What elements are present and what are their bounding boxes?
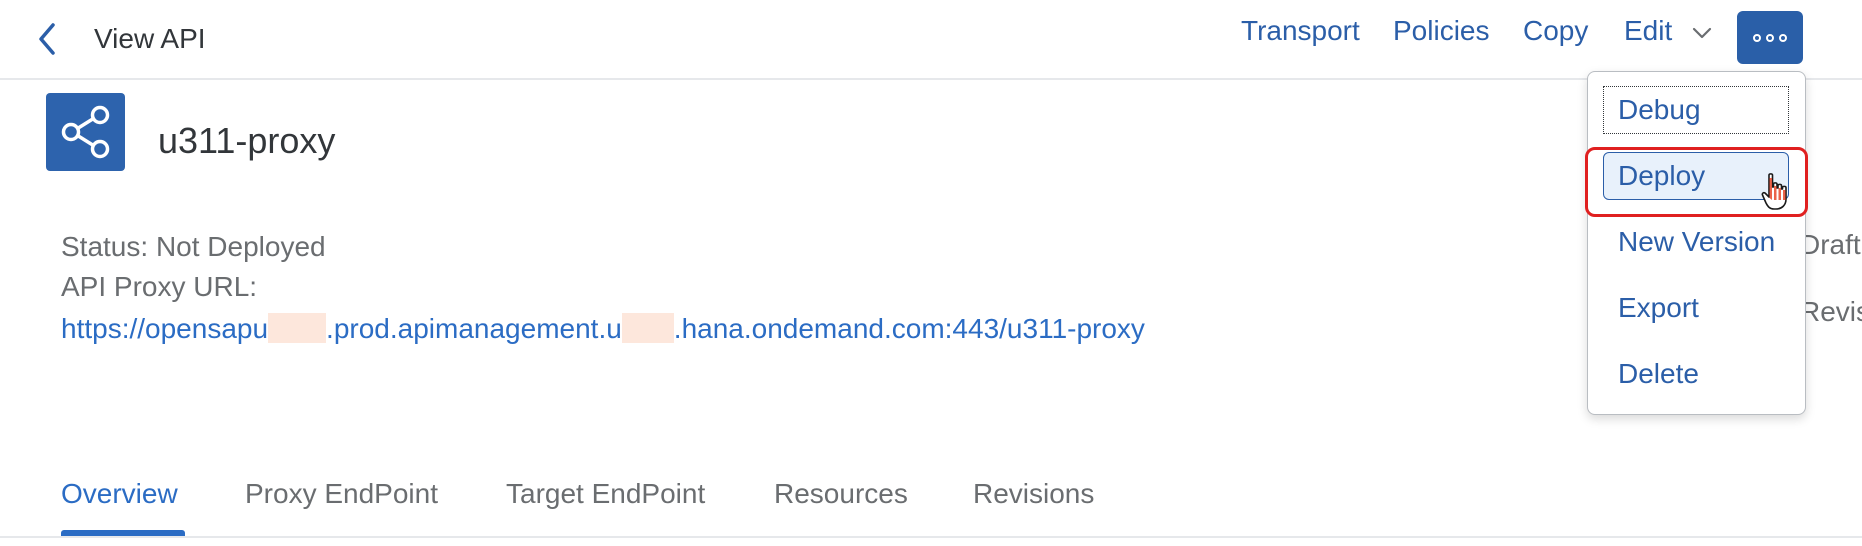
edit-button-label: Edit: [1624, 15, 1673, 46]
shell-header: View API Transport Policies Copy Edit: [0, 0, 1862, 80]
menu-item-debug[interactable]: Debug: [1603, 86, 1789, 134]
tab-resources[interactable]: Resources: [774, 476, 908, 512]
edit-menu-button[interactable]: Edit: [1624, 12, 1712, 50]
overflow-icon-dot: [1766, 33, 1774, 42]
url-part-3: .hana.ondemand.com:443/u311-proxy: [673, 313, 1145, 344]
api-proxy-icon-tile: [46, 93, 125, 171]
share-icon: [61, 105, 109, 159]
chevron-left-icon: [39, 23, 55, 55]
back-button[interactable]: [30, 20, 64, 58]
page-title: View API: [94, 23, 206, 54]
chevron-down-icon: [1692, 27, 1712, 38]
tab-overview[interactable]: Overview: [61, 476, 178, 512]
overflow-menu-popover: Debug Deploy New Version Export Delete: [1587, 71, 1806, 415]
menu-item-delete[interactable]: Delete: [1603, 350, 1789, 398]
deployment-status: Status: Not Deployed: [61, 231, 326, 262]
overflow-icon: [1753, 33, 1761, 42]
policies-button[interactable]: Policies: [1393, 12, 1489, 50]
tab-proxy-endpoint[interactable]: Proxy EndPoint: [245, 476, 438, 512]
api-proxy-url-link[interactable]: https://opensapu .prod.apimanagement.u .ha…: [61, 311, 1145, 347]
menu-item-new-version[interactable]: New Version: [1603, 218, 1789, 266]
url-part-2: .prod.apimanagement.u: [326, 313, 622, 344]
active-tab-indicator: [61, 530, 185, 536]
menu-item-export[interactable]: Export: [1603, 284, 1789, 332]
tab-revisions[interactable]: Revisions: [973, 476, 1094, 512]
redaction-mark: [621, 312, 674, 343]
api-proxy-name: u311-proxy: [158, 120, 336, 161]
api-proxy-url-label: API Proxy URL:: [61, 271, 258, 302]
menu-item-deploy[interactable]: Deploy: [1603, 152, 1789, 200]
tab-bar: Overview Proxy EndPoint Target EndPoint …: [0, 466, 1862, 538]
overflow-icon-dot: [1779, 33, 1787, 42]
side-info-revision: Revis: [1800, 296, 1862, 327]
side-info-draft: Draft: [1800, 229, 1861, 260]
url-part-1: https://opensapu: [61, 313, 269, 344]
transport-button[interactable]: Transport: [1241, 12, 1360, 50]
overflow-menu-button[interactable]: [1737, 11, 1803, 64]
tab-target-endpoint[interactable]: Target EndPoint: [506, 476, 705, 512]
copy-button[interactable]: Copy: [1523, 12, 1588, 50]
redaction-mark: [268, 312, 327, 343]
